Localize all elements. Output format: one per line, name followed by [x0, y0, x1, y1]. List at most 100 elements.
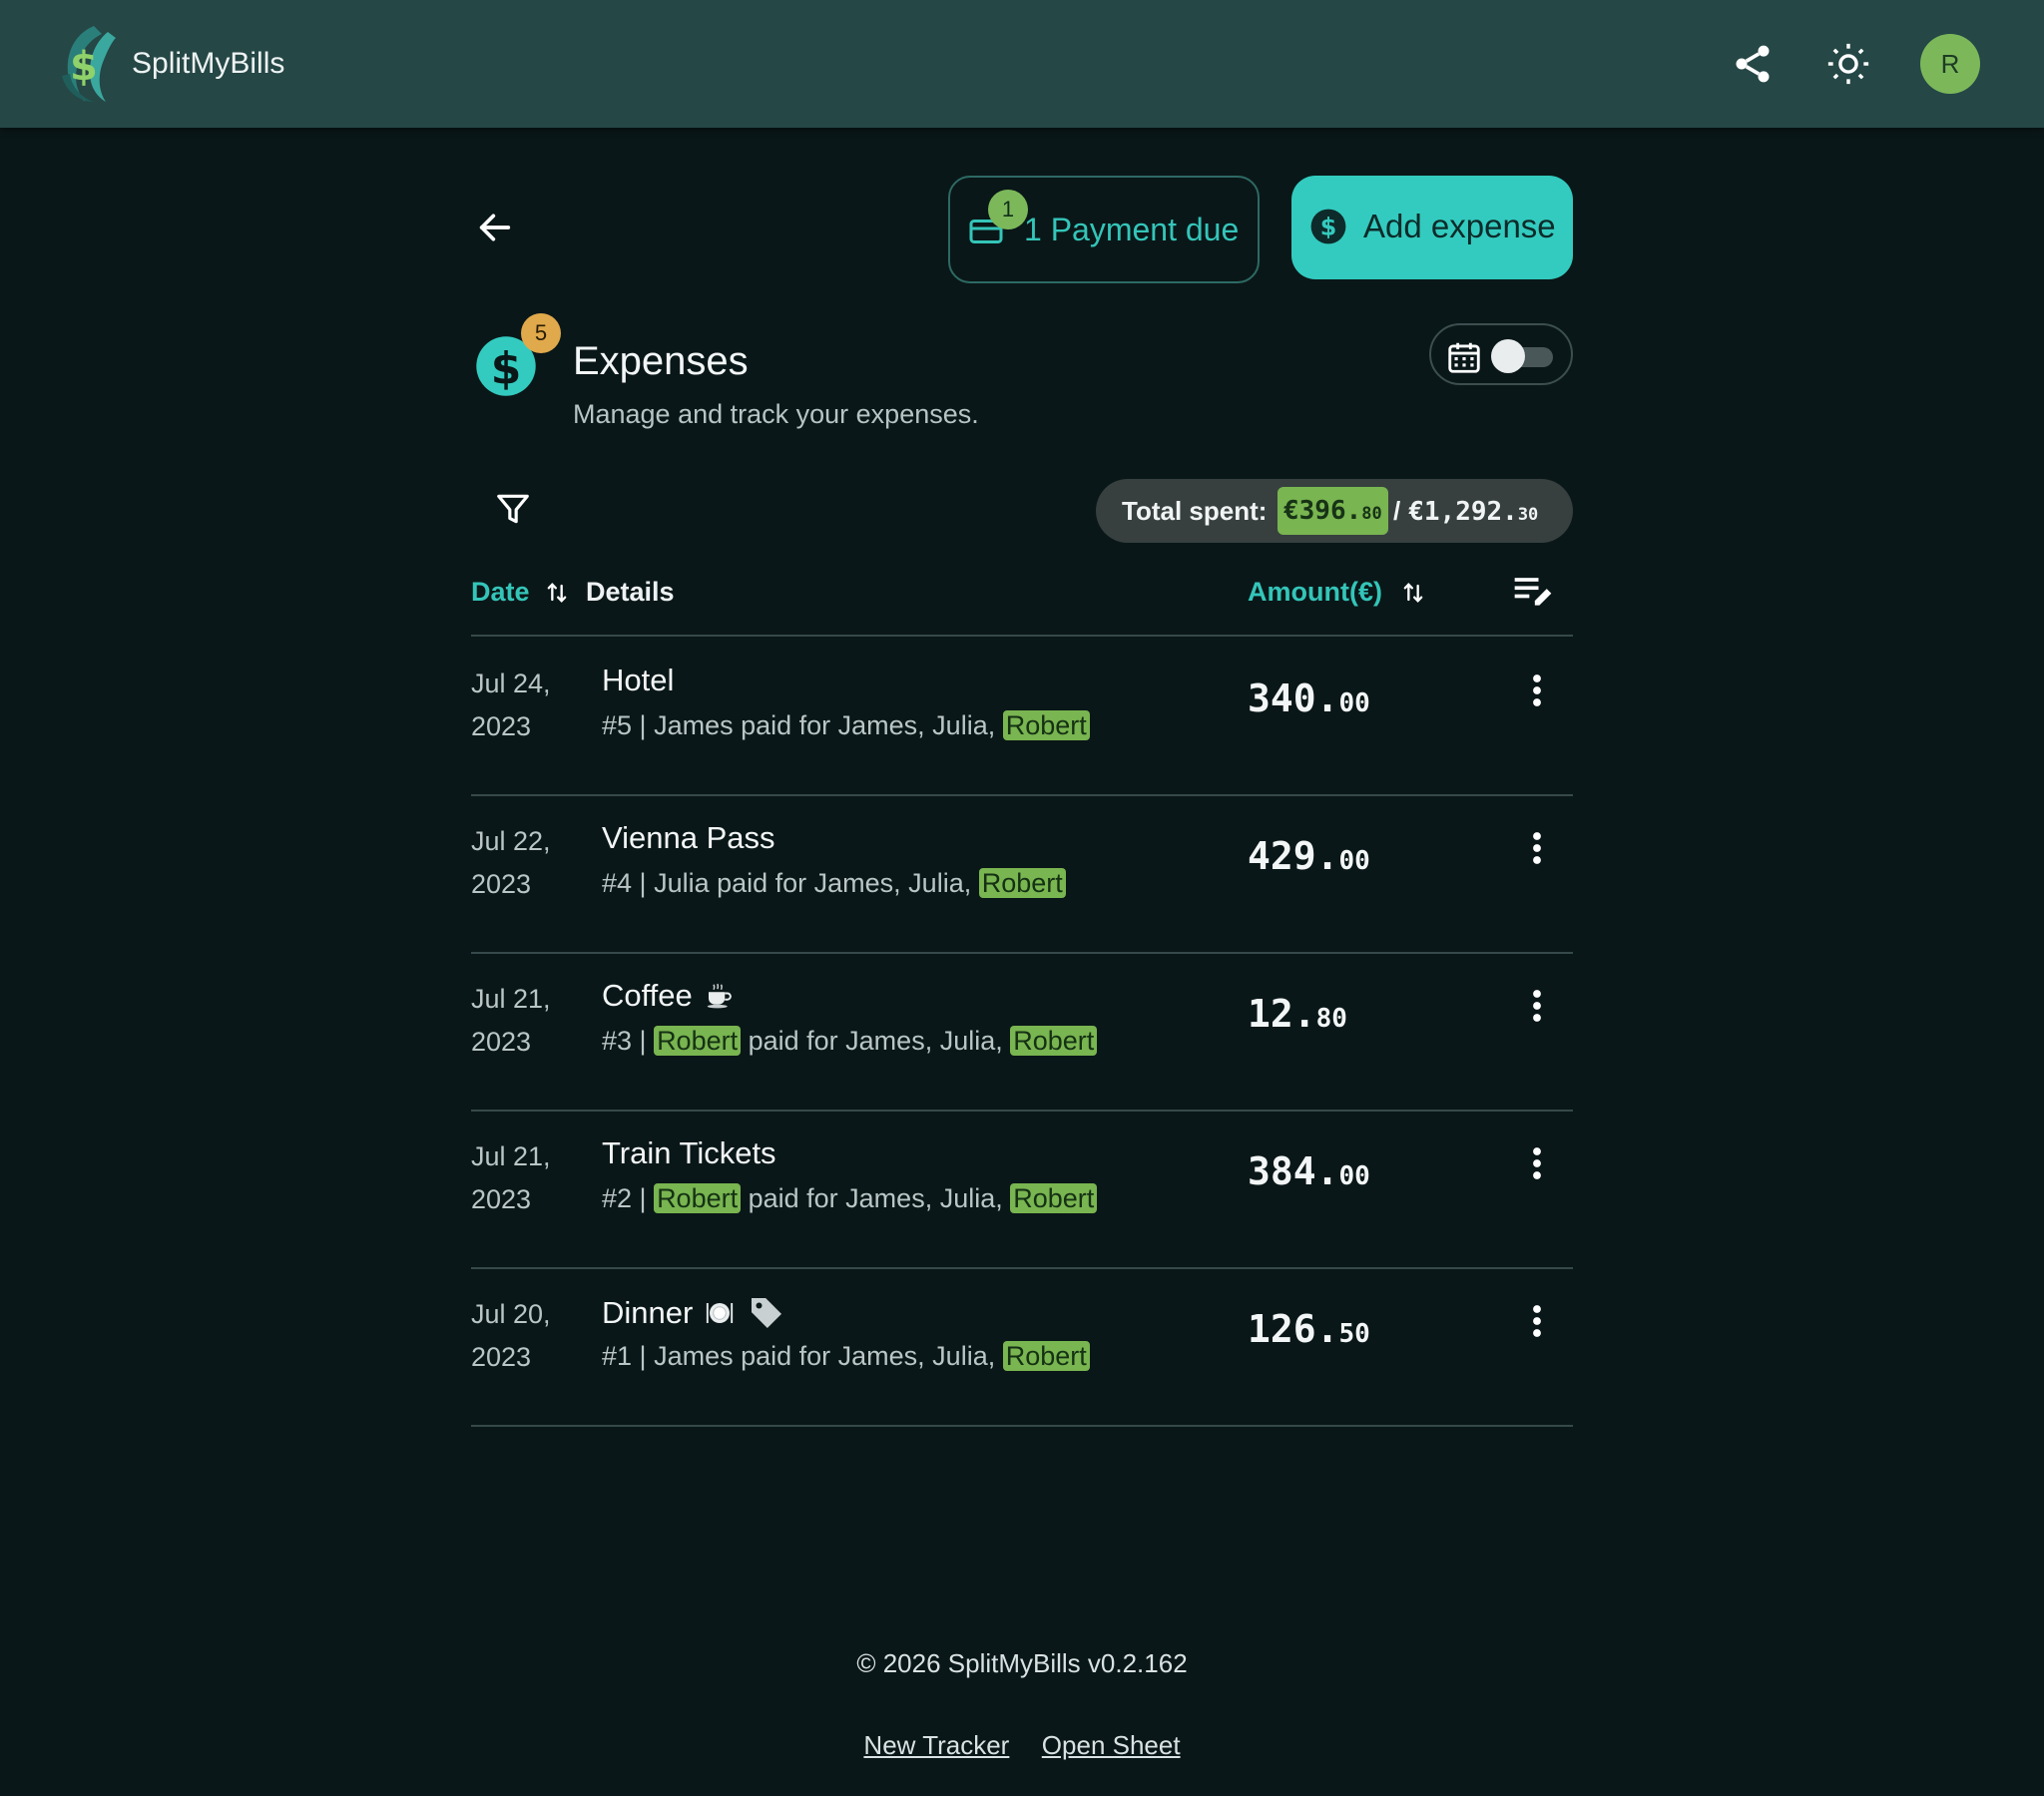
amount-main: 384.: [1248, 1149, 1339, 1193]
group-total-amount: / €1,292. 30: [1393, 487, 1538, 535]
app-name: SplitMyBills: [132, 47, 285, 80]
paid-for-text: paid for James, Julia,: [741, 1183, 1011, 1213]
expense-row[interactable]: Jul 20, 2023 Dinner #1 | James paid for …: [471, 1269, 1573, 1427]
dollar-circle-icon: $: [1310, 209, 1346, 244]
payer-name: James: [654, 1341, 734, 1371]
edit-list-icon[interactable]: [1511, 569, 1555, 613]
more-vert-icon[interactable]: [1517, 667, 1557, 714]
amount-cents: 00: [1338, 1161, 1370, 1191]
page-subtitle: Manage and track your expenses.: [573, 399, 979, 429]
theme-toggle-sun-icon[interactable]: [1820, 36, 1876, 92]
you-chip: Robert: [1010, 1026, 1098, 1056]
amount-main: 12.: [1248, 992, 1316, 1036]
your-spent-amount: €396. 80: [1278, 487, 1388, 535]
total-spent-label: Total spent:: [1122, 496, 1268, 526]
expense-amount: 340. 00: [1248, 676, 1370, 720]
expense-title: Train Tickets: [602, 1135, 776, 1171]
total-spent-pill: Total spent: €396. 80 /€1,292. 30: [1096, 479, 1573, 543]
user-avatar[interactable]: R: [1920, 34, 1980, 94]
svg-text:$: $: [491, 343, 522, 394]
coffee-icon: [703, 981, 735, 1011]
expenses-header: $ 5 Expenses Manage and track your expen…: [471, 313, 1573, 443]
expense-row[interactable]: Jul 21, 2023 Train Tickets #2 | Robert p…: [471, 1112, 1573, 1269]
expense-date: Jul 21, 2023: [471, 1141, 551, 1214]
more-vert-icon[interactable]: [1517, 824, 1557, 872]
expense-amount: 126. 50: [1248, 1307, 1370, 1351]
amount-main: 340.: [1248, 676, 1339, 720]
payment-due-button[interactable]: 1 1 Payment due: [948, 176, 1260, 283]
page-title: Expenses: [573, 339, 749, 383]
amount-main: 429.: [1248, 834, 1339, 878]
more-vert-icon[interactable]: [1517, 1139, 1557, 1187]
expense-date: Jul 22, 2023: [471, 826, 551, 899]
open-sheet-link[interactable]: Open Sheet: [1042, 1730, 1181, 1760]
brand[interactable]: $ SplitMyBills: [50, 18, 284, 110]
total-separator: /: [1393, 496, 1401, 526]
sort-arrows-icon[interactable]: [1399, 577, 1427, 609]
you-chip: Robert: [1010, 1183, 1098, 1213]
expense-row[interactable]: Jul 22, 2023 Vienna Pass #4 | Julia paid…: [471, 796, 1573, 954]
payer-you-chip: Robert: [654, 1183, 742, 1213]
toggle-knob: [1491, 339, 1525, 373]
expense-title-text: Coffee: [602, 978, 693, 1013]
your-spent-main: €396.: [1283, 496, 1362, 526]
add-expense-button[interactable]: $ Add expense: [1291, 176, 1573, 279]
calendar-icon: [1448, 342, 1480, 373]
expense-amount: 429. 00: [1248, 834, 1370, 878]
expense-participants: #2 | Robert paid for James, Julia, Rober…: [602, 1183, 1098, 1214]
payment-due-count-badge: 1: [988, 190, 1028, 229]
more-vert-icon[interactable]: [1517, 982, 1557, 1030]
payment-due-label: 1 Payment due: [1024, 212, 1240, 247]
back-arrow-icon[interactable]: [471, 204, 519, 251]
expense-list: Jul 24, 2023 Hotel #5 | James paid for J…: [471, 639, 1573, 1427]
filter-icon[interactable]: [489, 485, 537, 533]
expense-date: Jul 20, 2023: [471, 1299, 551, 1372]
expense-amount: 384. 00: [1248, 1149, 1370, 1193]
expense-participants: #1 | James paid for James, Julia, Robert: [602, 1341, 1090, 1372]
paid-for-text: paid for James, Julia,: [733, 710, 1003, 740]
expense-row[interactable]: Jul 24, 2023 Hotel #5 | James paid for J…: [471, 639, 1573, 796]
new-tracker-link[interactable]: New Tracker: [863, 1730, 1009, 1760]
expense-participants: #4 | Julia paid for James, Julia, Robert: [602, 868, 1066, 899]
expense-ref: #1 |: [602, 1341, 655, 1371]
payer-name: Julia: [654, 868, 710, 898]
table-header: Date Details Amount(€): [471, 557, 1573, 637]
amount-main: 126.: [1248, 1307, 1339, 1351]
you-chip: Robert: [978, 868, 1066, 898]
app-logo-icon: $: [62, 26, 116, 102]
expense-participants: #3 | Robert paid for James, Julia, Rober…: [602, 1026, 1098, 1057]
add-expense-label: Add expense: [1363, 208, 1556, 244]
amount-cents: 00: [1338, 846, 1370, 876]
svg-text:$: $: [1320, 214, 1337, 241]
expense-date: Jul 21, 2023: [471, 984, 551, 1057]
plate-icon: [703, 1298, 737, 1328]
sort-arrows-icon[interactable]: [543, 577, 571, 609]
date-column-header[interactable]: Date: [471, 577, 530, 608]
expense-count-badge: 5: [521, 313, 561, 353]
more-vert-icon[interactable]: [1517, 1297, 1557, 1345]
paid-for-text: paid for James, Julia,: [741, 1026, 1011, 1056]
share-icon[interactable]: [1725, 36, 1781, 92]
expense-title: Hotel: [602, 663, 674, 698]
amount-cents: 80: [1315, 1004, 1347, 1034]
paid-for-text: paid for James, Julia,: [709, 868, 979, 898]
amount-column-header[interactable]: Amount(€): [1248, 577, 1382, 608]
paid-for-text: paid for James, Julia,: [733, 1341, 1003, 1371]
expense-ref: #4 |: [602, 868, 655, 898]
expense-amount: 12. 80: [1248, 992, 1347, 1036]
amount-cents: 00: [1338, 688, 1370, 718]
expense-title-text: Vienna Pass: [602, 820, 775, 855]
calendar-view-toggle[interactable]: [1429, 323, 1573, 385]
footer: © 2026 SplitMyBills v0.2.162 New Tracker…: [0, 1648, 2044, 1760]
expense-participants: #5 | James paid for James, Julia, Robert: [602, 710, 1090, 741]
payer-name: James: [654, 710, 734, 740]
you-chip: Robert: [1002, 1341, 1090, 1371]
amount-cents: 50: [1338, 1319, 1370, 1349]
expense-row[interactable]: Jul 21, 2023 Coffee #3 | Robert paid for…: [471, 954, 1573, 1112]
your-spent-cents: 80: [1361, 504, 1382, 524]
expense-ref: #2 |: [602, 1183, 655, 1213]
expense-ref: #3 |: [602, 1026, 655, 1056]
payer-you-chip: Robert: [654, 1026, 742, 1056]
group-total-cents: 30: [1517, 505, 1539, 525]
details-column-header: Details: [586, 577, 675, 607]
